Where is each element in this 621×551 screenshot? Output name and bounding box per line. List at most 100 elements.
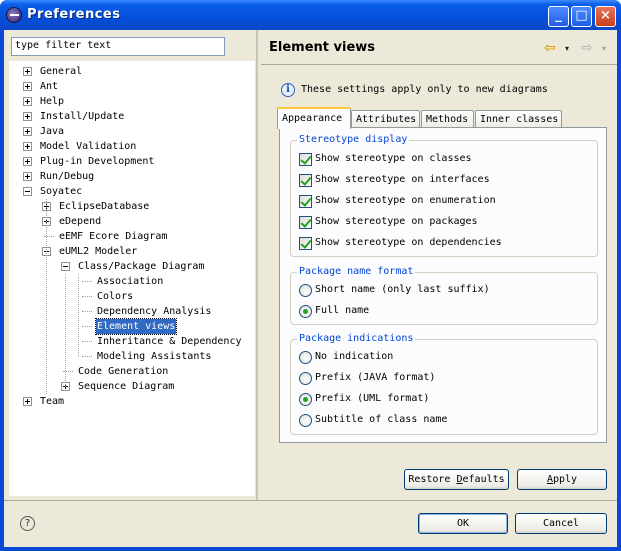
option-label[interactable]: Show stereotype on enumeration — [315, 193, 496, 209]
tree-item-label[interactable]: Run/Debug — [39, 169, 95, 184]
window-title: Preferences — [27, 7, 121, 22]
back-dropdown-icon[interactable]: ▾ — [565, 44, 569, 60]
option-label[interactable]: Show stereotype on classes — [315, 151, 472, 167]
tree-item-label[interactable]: Element views — [94, 318, 178, 335]
tree-item-label[interactable]: eDepend — [58, 214, 102, 229]
tree-item[interactable]: Run/Debug — [9, 169, 255, 184]
apply-button[interactable]: Apply — [517, 469, 607, 490]
checkbox[interactable] — [299, 237, 312, 250]
expand-icon[interactable] — [23, 142, 32, 151]
tree-item-label[interactable]: Team — [39, 394, 65, 409]
tree-item[interactable]: Help — [9, 94, 255, 109]
tree-item[interactable]: Team — [9, 394, 255, 409]
option-label[interactable]: Show stereotype on dependencies — [315, 235, 502, 251]
radio-button[interactable] — [299, 305, 312, 318]
stereotype-display-group: Stereotype display Show stereotype on cl… — [290, 134, 598, 257]
filter-input[interactable]: type filter text — [11, 37, 225, 56]
expand-icon[interactable] — [23, 112, 32, 121]
tree-item-label[interactable]: Java — [39, 124, 65, 139]
tree-item-label[interactable]: Colors — [96, 289, 134, 304]
collapse-icon[interactable] — [61, 262, 70, 271]
option-label[interactable]: Full name — [315, 303, 369, 319]
expand-icon[interactable] — [23, 82, 32, 91]
page-title: Element views — [269, 40, 376, 55]
checkbox[interactable] — [299, 216, 312, 229]
expand-icon[interactable] — [23, 67, 32, 76]
tree-item[interactable]: Java — [9, 124, 255, 139]
tree-item[interactable]: Install/Update — [9, 109, 255, 124]
tree-item-label[interactable]: Soyatec — [39, 184, 83, 199]
cancel-button[interactable]: Cancel — [515, 513, 607, 534]
close-button[interactable]: × — [595, 6, 616, 27]
tree-connector — [46, 199, 47, 394]
checkbox[interactable] — [299, 153, 312, 166]
tree-connector — [78, 274, 79, 357]
tab-attributes[interactable]: Attributes — [351, 110, 420, 128]
title-bar[interactable]: Preferences _ □ × — [0, 0, 621, 30]
ok-button[interactable]: OK — [418, 513, 508, 534]
radio-button[interactable] — [299, 351, 312, 364]
option-label[interactable]: Prefix (JAVA format) — [315, 370, 435, 386]
tree-item-label[interactable]: Inheritance & Dependency — [96, 334, 243, 349]
apply-label-end: pply — [552, 474, 578, 485]
expand-icon[interactable] — [23, 172, 32, 181]
restore-defaults-button[interactable]: Restore Defaults — [404, 469, 509, 490]
option-label[interactable]: Show stereotype on interfaces — [315, 172, 490, 188]
radio-button[interactable] — [299, 393, 312, 406]
tree-item-label[interactable]: EclipseDatabase — [58, 199, 150, 214]
tree-item[interactable]: Plug-in Development — [9, 154, 255, 169]
tree-item-label[interactable]: eEMF Ecore Diagram — [58, 229, 168, 244]
tab-appearance[interactable]: Appearance — [277, 107, 351, 129]
tree-item-label[interactable]: Modeling Assistants — [96, 349, 212, 364]
tree-item-label[interactable]: Plug-in Development — [39, 154, 155, 169]
option-label[interactable]: Subtitle of class name — [315, 412, 447, 428]
tree-item-label[interactable]: Association — [96, 274, 164, 289]
restore-defaults-label-start: Restore — [408, 474, 457, 485]
checkbox[interactable] — [299, 174, 312, 187]
tree-item-label[interactable]: General — [39, 64, 83, 79]
tree-item[interactable]: General — [9, 64, 255, 79]
checkbox[interactable] — [299, 195, 312, 208]
tree-item[interactable]: Model Validation — [9, 139, 255, 154]
tree-connector — [82, 326, 92, 327]
option-label[interactable]: Prefix (UML format) — [315, 391, 429, 407]
expand-icon[interactable] — [23, 157, 32, 166]
collapse-icon[interactable] — [23, 187, 32, 196]
expand-icon[interactable] — [23, 397, 32, 406]
tree-item-label[interactable]: Ant — [39, 79, 59, 94]
forward-dropdown-icon: ▾ — [602, 44, 607, 53]
radio-button[interactable] — [299, 372, 312, 385]
tree-item-label[interactable]: Install/Update — [39, 109, 125, 124]
expand-icon[interactable] — [23, 127, 32, 136]
radio-button[interactable] — [299, 284, 312, 297]
maximize-button[interactable]: □ — [571, 6, 592, 27]
tree-item-label[interactable]: Dependency Analysis — [96, 304, 212, 319]
package-indications-group: Package indications No indication Prefix … — [290, 333, 598, 435]
group-title: Stereotype display — [297, 134, 410, 145]
tab-methods[interactable]: Methods — [421, 110, 474, 128]
tree-item-label[interactable]: eUML2 Modeler — [58, 244, 138, 259]
group-title: Package name format — [297, 266, 416, 277]
tree-item-label[interactable]: Sequence Diagram — [77, 379, 175, 394]
tree-item-label[interactable]: Code Generation — [77, 364, 169, 379]
tree-connector — [82, 296, 92, 297]
back-arrow-icon[interactable]: ⇦ — [544, 40, 556, 56]
option-label[interactable]: Show stereotype on packages — [315, 214, 478, 230]
tree-item[interactable]: Ant — [9, 79, 255, 94]
help-icon[interactable]: ? — [20, 516, 35, 531]
pane-sash[interactable] — [256, 30, 258, 500]
expand-icon[interactable] — [23, 97, 32, 106]
title-separator — [261, 64, 617, 65]
tab-inner-classes[interactable]: Inner classes — [475, 110, 562, 128]
option-label[interactable]: Short name (only last suffix) — [315, 282, 490, 298]
tree-item-label[interactable]: Model Validation — [39, 139, 137, 154]
tree-item-label[interactable]: Class/Package Diagram — [77, 259, 205, 274]
option-label[interactable]: No indication — [315, 349, 393, 365]
tree-item[interactable]: Soyatec — [9, 184, 255, 199]
minimize-button[interactable]: _ — [548, 6, 569, 27]
info-text: These settings apply only to new diagram… — [301, 84, 548, 95]
dialog-body: type filter text General Ant Help Install/U… — [4, 30, 617, 547]
preference-tree[interactable]: General Ant Help Install/Update Java Model Va… — [9, 61, 255, 496]
radio-button[interactable] — [299, 414, 312, 427]
tree-item-label[interactable]: Help — [39, 94, 65, 109]
